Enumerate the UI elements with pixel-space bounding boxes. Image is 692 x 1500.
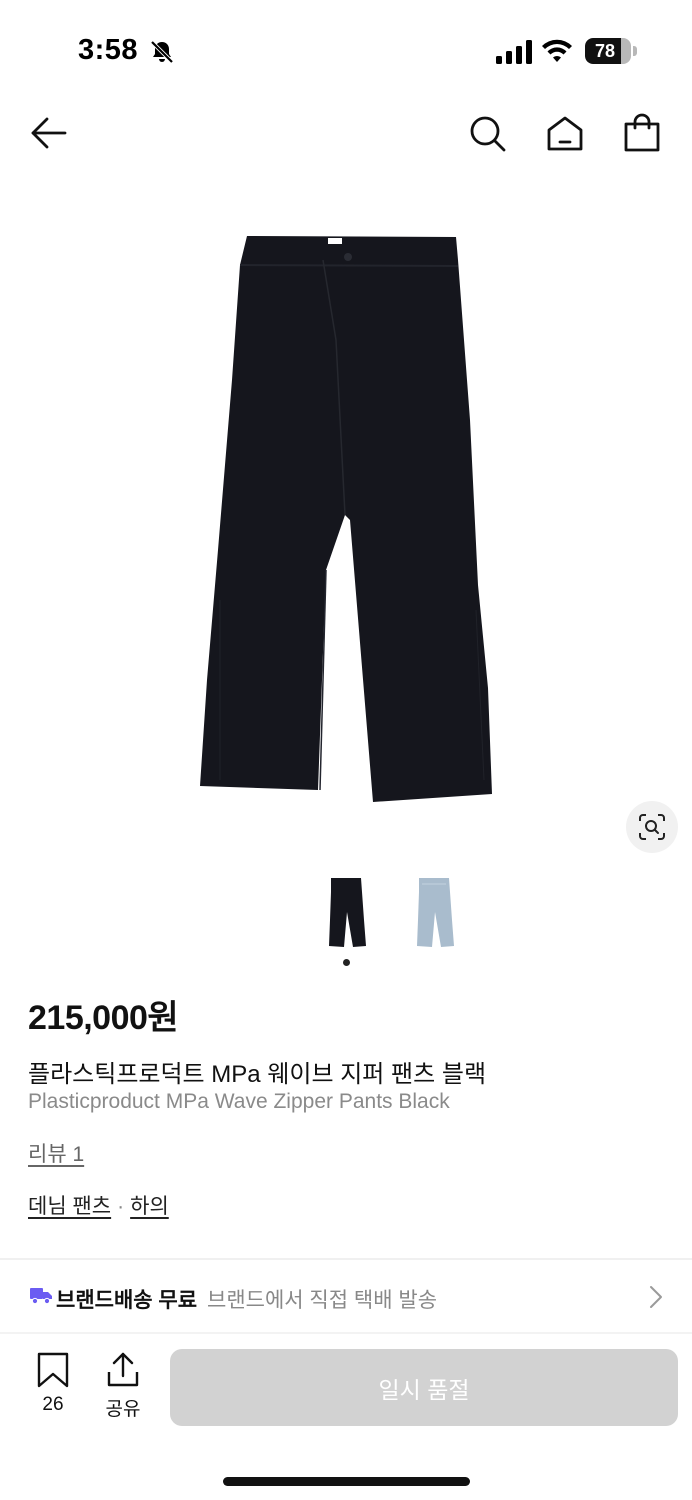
category-separator: · [117, 1195, 125, 1218]
category-link-denim-pants[interactable]: 데님 팬츠 [28, 1195, 111, 1218]
cellular-signal-icon [496, 40, 532, 64]
visual-search-button[interactable] [626, 801, 678, 853]
home-indicator[interactable] [223, 1477, 470, 1486]
bookmark-icon [37, 1352, 69, 1388]
category-link-bottoms[interactable]: 하의 [130, 1195, 169, 1218]
camera-search-icon [639, 814, 665, 840]
bookmark-count: 26 [42, 1394, 64, 1415]
battery-level: 78 [594, 41, 616, 61]
product-name-english: Plasticproduct MPa Wave Zipper Pants Bla… [28, 1090, 450, 1113]
share-button[interactable]: 공유 [100, 1352, 146, 1420]
shipping-info-row[interactable]: 브랜드배송 무료 브랜드에서 직접 택배 발송 [0, 1262, 692, 1332]
bookmark-button[interactable]: 26 [30, 1352, 76, 1418]
product-price: 215,000원 [28, 999, 179, 1037]
status-time: 3:58 [78, 34, 139, 66]
category-breadcrumb: 데님 팬츠 · 하의 [28, 1190, 169, 1220]
share-label: 공유 [105, 1399, 141, 1420]
share-icon [107, 1352, 139, 1387]
bell-slash-icon [150, 40, 174, 64]
sold-out-button[interactable]: 일시 품절 [170, 1349, 678, 1426]
shipping-title: 브랜드배송 무료 [56, 1289, 198, 1312]
product-image[interactable] [180, 220, 510, 820]
product-name-korean: 플라스틱프로덕트 MPa 웨이브 지퍼 팬츠 블랙 [28, 1061, 487, 1088]
carousel-indicator-dot [343, 959, 350, 966]
shipping-description: 브랜드에서 직접 택배 발송 [207, 1289, 438, 1312]
status-bar: 3:58 78 [0, 0, 692, 100]
variant-thumbnail-light-blue[interactable] [410, 872, 458, 952]
bottom-bar-divider [0, 1332, 692, 1334]
shopping-bag-icon[interactable] [620, 112, 664, 154]
back-arrow-icon[interactable] [28, 112, 70, 154]
chevron-right-icon [650, 1286, 662, 1308]
home-icon[interactable] [544, 112, 586, 154]
truck-icon [30, 1288, 52, 1304]
search-icon[interactable] [466, 112, 508, 154]
variant-thumbnail-black[interactable] [322, 872, 370, 952]
section-divider [0, 1258, 692, 1260]
review-link[interactable]: 리뷰 1 [28, 1138, 84, 1168]
battery-icon: 78 [585, 38, 637, 64]
wifi-icon [542, 39, 572, 62]
